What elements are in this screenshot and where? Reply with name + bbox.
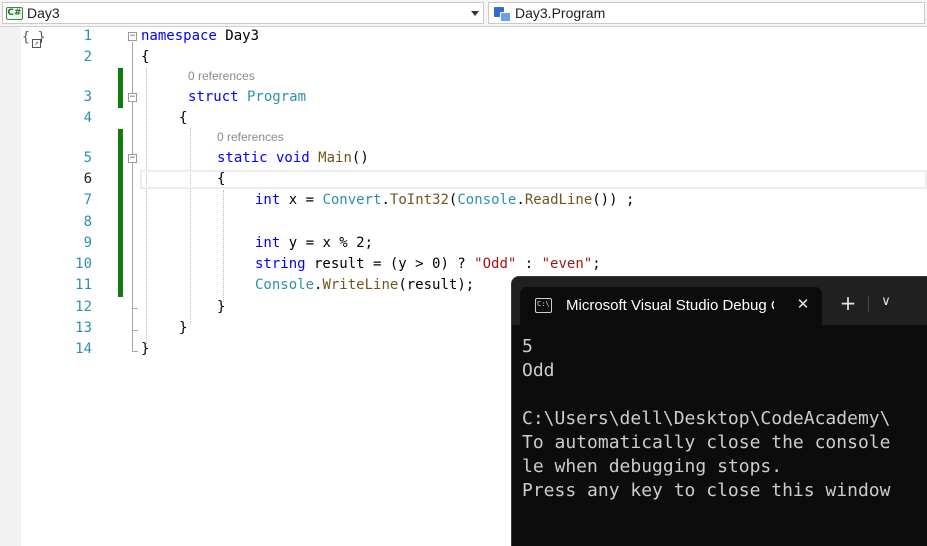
outline-line xyxy=(132,42,133,351)
member-dropdown[interactable]: Day3.Program xyxy=(488,2,925,24)
cmd-icon: C:\ xyxy=(535,298,552,313)
code-line-2[interactable]: { xyxy=(141,49,149,65)
csharp-project-icon: C# xyxy=(6,6,23,20)
indent-guide xyxy=(190,128,191,324)
class-icon xyxy=(494,6,511,22)
debug-console-window[interactable]: C:\ Microsoft Visual Studio Debug Consol… xyxy=(511,276,927,546)
line-number-current: 6 xyxy=(83,171,92,187)
project-dropdown[interactable]: C# Day3 xyxy=(2,2,484,24)
terminal-output-line: To automatically close the console xyxy=(522,432,891,453)
code-line-12[interactable]: } xyxy=(217,299,225,315)
codelens-references[interactable]: 0 references xyxy=(188,69,255,83)
terminal-output-line: C:\Users\dell\Desktop\CodeAcademy\ xyxy=(522,408,891,429)
code-line-4[interactable]: { xyxy=(179,110,187,126)
terminal-output-line: le when debugging stops. xyxy=(522,456,783,477)
terminal-output-line: Press any key to close this window xyxy=(522,480,891,501)
outline-end xyxy=(132,308,138,309)
outline-end xyxy=(132,330,138,331)
change-marker xyxy=(118,68,123,108)
code-line-3[interactable]: struct Program xyxy=(188,89,306,105)
code-line-6[interactable]: { xyxy=(217,171,225,187)
code-line-13[interactable]: } xyxy=(179,320,187,336)
code-line-5[interactable]: static void Main() xyxy=(217,150,369,166)
terminal-tab-bar: C:\ Microsoft Visual Studio Debug Consol… xyxy=(512,277,927,325)
line-number: 10 xyxy=(75,256,92,272)
dropdown-arrow-icon[interactable] xyxy=(471,11,479,16)
code-line-1[interactable]: namespace Day3 xyxy=(141,28,259,44)
line-number: 8 xyxy=(83,214,92,230)
scope-icon[interactable]: { } ↗ xyxy=(22,30,45,48)
collapse-method-toggle[interactable]: − xyxy=(128,154,137,163)
project-name: Day3 xyxy=(27,5,60,21)
current-line-highlight xyxy=(140,170,927,189)
code-line-9[interactable]: int y = x % 2; xyxy=(255,235,373,251)
code-line-10[interactable]: string result = (y > 0) ? "Odd" : "even"… xyxy=(255,256,601,272)
terminal-tab[interactable]: C:\ Microsoft Visual Studio Debug Consol… xyxy=(520,287,822,325)
code-line-7[interactable]: int x = Convert.ToInt32(Console.ReadLine… xyxy=(255,192,634,208)
terminal-output-line: 5 xyxy=(522,336,533,357)
terminal-tab-title: Microsoft Visual Studio Debug Console xyxy=(566,297,774,314)
code-line-14[interactable]: } xyxy=(141,341,149,357)
collapse-namespace-toggle[interactable]: − xyxy=(128,32,137,41)
codelens-references[interactable]: 0 references xyxy=(217,130,284,144)
close-icon[interactable]: ✕ xyxy=(794,295,812,313)
member-name: Day3.Program xyxy=(515,5,606,21)
line-number: 14 xyxy=(75,341,92,357)
change-marker xyxy=(118,129,123,297)
line-number: 13 xyxy=(75,320,92,336)
indent-guide xyxy=(223,190,224,302)
line-number: 2 xyxy=(83,49,92,65)
line-number: 4 xyxy=(83,110,92,126)
tab-separator xyxy=(868,296,869,312)
collapse-struct-toggle[interactable]: − xyxy=(128,93,137,102)
line-number: 1 xyxy=(83,28,92,44)
line-number: 12 xyxy=(75,299,92,315)
line-number: 11 xyxy=(75,277,92,293)
navigation-bar: C# Day3 Day3.Program xyxy=(0,0,927,27)
indent-guide xyxy=(146,68,147,344)
plus-icon[interactable]: + xyxy=(838,293,858,313)
line-number: 9 xyxy=(83,235,92,251)
outline-end xyxy=(132,351,138,352)
line-number: 3 xyxy=(83,89,92,105)
code-line-11[interactable]: Console.WriteLine(result); xyxy=(255,277,474,293)
chevron-down-icon[interactable]: ∨ xyxy=(878,292,894,312)
line-number: 7 xyxy=(83,192,92,208)
glyph-margin xyxy=(0,27,21,546)
terminal-output-line: Odd xyxy=(522,360,555,381)
line-number: 5 xyxy=(83,150,92,166)
